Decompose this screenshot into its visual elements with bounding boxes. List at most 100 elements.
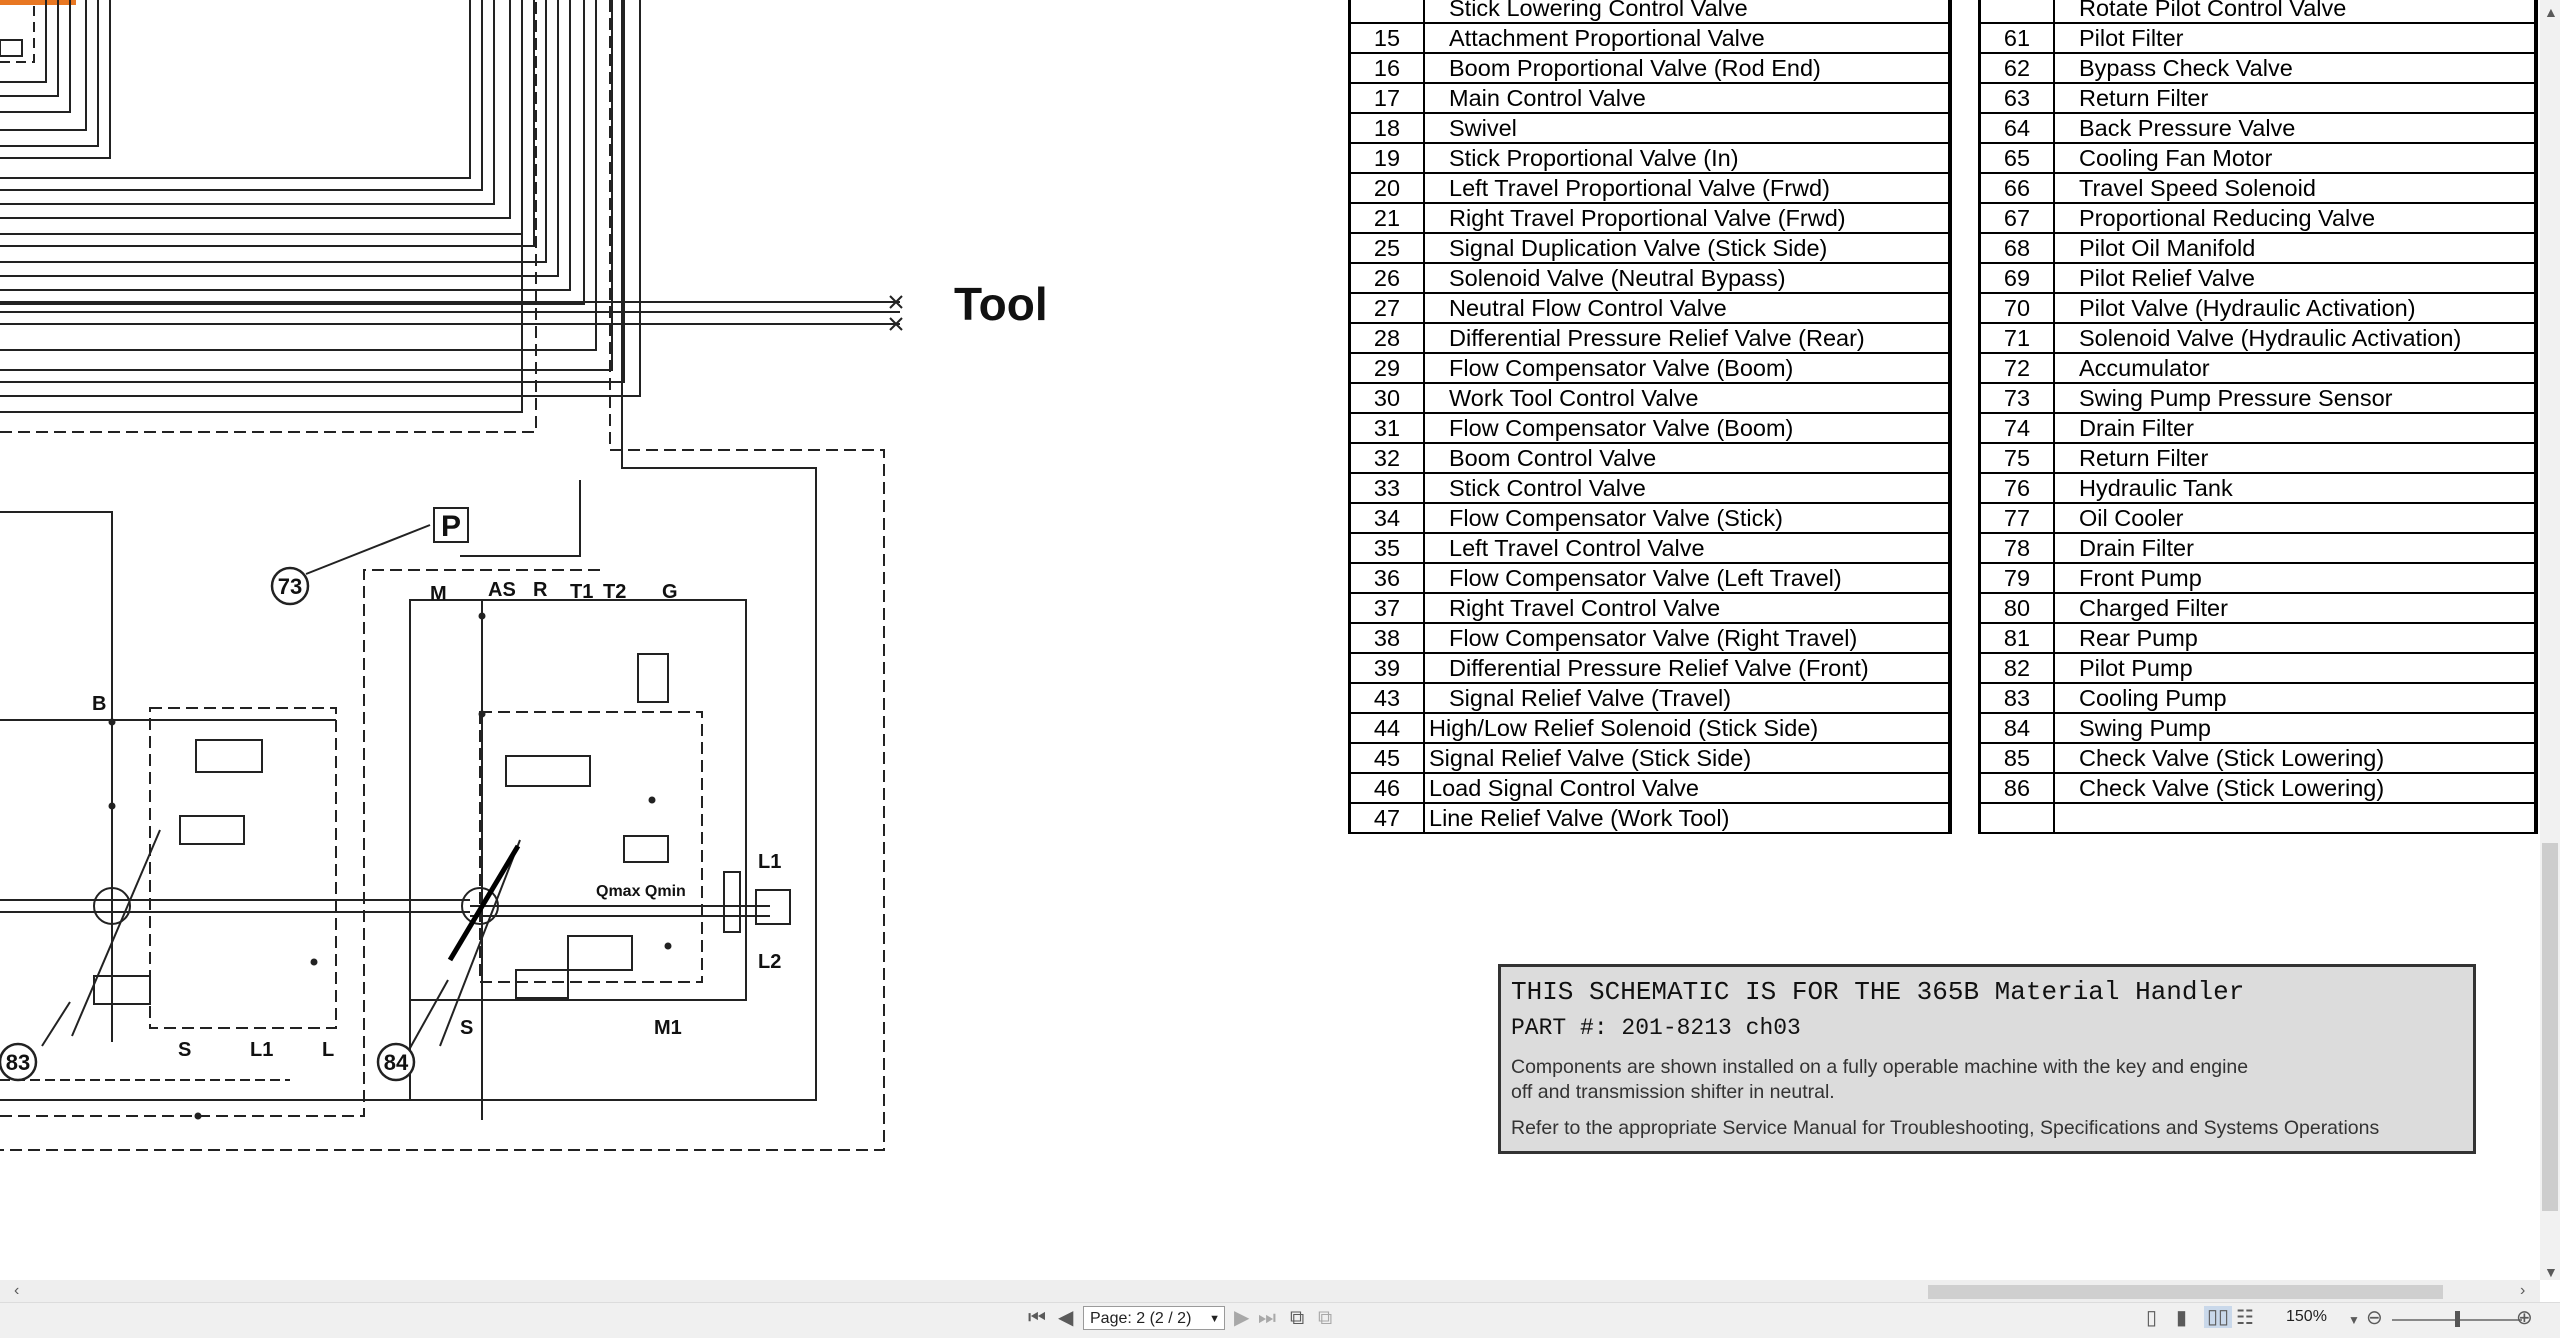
table-row: 29 Flow Compensator Valve (Boom) — [1348, 352, 1952, 384]
scroll-down-icon[interactable]: ▼ — [2544, 1262, 2558, 1282]
part-number: 71 — [1978, 322, 2055, 354]
callout-73-label: 73 — [278, 574, 302, 599]
part-description: Pilot Relief Valve — [2053, 262, 2538, 294]
facing-continuous-view-icon[interactable]: ☷ — [2236, 1308, 2254, 1328]
table-row: 47 Line Relief Valve (Work Tool) — [1348, 802, 1952, 834]
first-page-icon[interactable]: ⏮ — [1028, 1308, 1046, 1328]
zoom-in-icon[interactable]: ⊕ — [2516, 1308, 2533, 1328]
table-row: 62 Bypass Check Valve — [1978, 52, 2538, 84]
part-description: Swing Pump Pressure Sensor — [2053, 382, 2538, 414]
part-number: 31 — [1348, 412, 1425, 444]
paste-page-icon[interactable]: ⧉ — [1318, 1308, 1332, 1328]
part-description: Boom Control Valve — [1423, 442, 1952, 474]
zoom-out-icon[interactable]: ⊖ — [2366, 1308, 2383, 1328]
continuous-view-icon[interactable]: ▮ — [2176, 1308, 2187, 1328]
callout-84-label: 84 — [384, 1050, 409, 1075]
table-row: 70 Pilot Valve (Hydraulic Activation) — [1978, 292, 2538, 324]
part-number: 64 — [1978, 112, 2055, 144]
table-row: 30 Work Tool Control Valve — [1348, 382, 1952, 414]
part-description: Check Valve (Stick Lowering) — [2053, 772, 2538, 804]
table-row: 19 Stick Proportional Valve (In) — [1348, 142, 1952, 174]
part-description: High/Low Relief Solenoid (Stick Side) — [1423, 712, 1952, 744]
table-row: 74 Drain Filter — [1978, 412, 2538, 444]
facing-view-icon[interactable]: ▯▯ — [2204, 1306, 2233, 1328]
part-description: Cooling Pump — [2053, 682, 2538, 714]
table-row: 25 Signal Duplication Valve (Stick Side) — [1348, 232, 1952, 264]
zoom-slider-thumb[interactable] — [2455, 1311, 2460, 1327]
next-page-icon[interactable]: ▶ — [1234, 1308, 1249, 1328]
table-row: 36 Flow Compensator Valve (Left Travel) — [1348, 562, 1952, 594]
table-row: 27 Neutral Flow Control Valve — [1348, 292, 1952, 324]
page-selector[interactable]: Page: 2 (2 / 2) ▼ — [1083, 1306, 1225, 1330]
table-row: 82 Pilot Pump — [1978, 652, 2538, 684]
part-description: Check Valve (Stick Lowering) — [2053, 742, 2538, 774]
table-row: 86 Check Valve (Stick Lowering) — [1978, 772, 2538, 804]
horizontal-scroll-thumb[interactable] — [1928, 1285, 2443, 1299]
scroll-up-icon[interactable]: ▲ — [2544, 2, 2558, 22]
table-row: 76 Hydraulic Tank — [1978, 472, 2538, 504]
table-row: 71 Solenoid Valve (Hydraulic Activation) — [1978, 322, 2538, 354]
table-row: 31 Flow Compensator Valve (Boom) — [1348, 412, 1952, 444]
copy-page-icon[interactable]: ⧉ — [1290, 1308, 1304, 1328]
note-part-number: PART #: 201-8213 ch03 — [1511, 1015, 1801, 1041]
part-number: 84 — [1978, 712, 2055, 744]
pressure-label: P — [441, 510, 461, 543]
table-row: 34 Flow Compensator Valve (Stick) — [1348, 502, 1952, 534]
port-s-right: S — [460, 1017, 473, 1039]
part-number: 20 — [1348, 172, 1425, 204]
part-description: Drain Filter — [2053, 532, 2538, 564]
part-number: 30 — [1348, 382, 1425, 414]
part-number: 66 — [1978, 172, 2055, 204]
zoom-level[interactable]: 150% — [2286, 1308, 2327, 1326]
part-number — [1978, 0, 2055, 24]
part-description: Return Filter — [2053, 442, 2538, 474]
part-number: 68 — [1978, 232, 2055, 264]
part-description: Swivel — [1423, 112, 1952, 144]
vertical-scroll-thumb[interactable] — [2542, 843, 2558, 1211]
last-page-icon[interactable]: ⏭ — [1258, 1308, 1276, 1328]
table-row: Stick Lowering Control Valve — [1348, 0, 1952, 24]
single-page-view-icon[interactable]: ▯ — [2146, 1308, 2157, 1328]
table-row: 78 Drain Filter — [1978, 532, 2538, 564]
table-row: 20 Left Travel Proportional Valve (Frwd) — [1348, 172, 1952, 204]
part-description: Solenoid Valve (Hydraulic Activation) — [2053, 322, 2538, 354]
part-number: 27 — [1348, 292, 1425, 324]
part-description: Stick Lowering Control Valve — [1423, 0, 1952, 24]
part-number: 21 — [1348, 202, 1425, 234]
part-number: 18 — [1348, 112, 1425, 144]
part-description: Proportional Reducing Valve — [2053, 202, 2538, 234]
zoom-dropdown-icon[interactable]: ▼ — [2348, 1310, 2360, 1330]
part-description: Boom Proportional Valve (Rod End) — [1423, 52, 1952, 84]
part-description: Pilot Oil Manifold — [2053, 232, 2538, 264]
part-number: 76 — [1978, 472, 2055, 504]
part-description: Drain Filter — [2053, 412, 2538, 444]
part-description: Hydraulic Tank — [2053, 472, 2538, 504]
part-description: Right Travel Proportional Valve (Frwd) — [1423, 202, 1952, 234]
part-description: Load Signal Control Valve — [1423, 772, 1952, 804]
part-number: 79 — [1978, 562, 2055, 594]
part-number: 61 — [1978, 22, 2055, 54]
port-s-left: S — [178, 1039, 191, 1061]
scroll-left-icon[interactable]: ‹ — [14, 1281, 19, 1301]
table-row: 33 Stick Control Valve — [1348, 472, 1952, 504]
table-row: 37 Right Travel Control Valve — [1348, 592, 1952, 624]
scroll-right-icon[interactable]: › — [2520, 1281, 2525, 1301]
part-description: Flow Compensator Valve (Stick) — [1423, 502, 1952, 534]
part-description: Signal Relief Valve (Stick Side) — [1423, 742, 1952, 774]
table-row: 66 Travel Speed Solenoid — [1978, 172, 2538, 204]
part-description: Right Travel Control Valve — [1423, 592, 1952, 624]
part-number: 35 — [1348, 532, 1425, 564]
parts-table-right: Rotate Pilot Control Valve 61 Pilot Filter… — [1978, 0, 2538, 834]
table-row: 77 Oil Cooler — [1978, 502, 2538, 534]
part-number: 47 — [1348, 802, 1425, 834]
part-number: 37 — [1348, 592, 1425, 624]
part-number: 73 — [1978, 382, 2055, 414]
part-description: Cooling Fan Motor — [2053, 142, 2538, 174]
part-description — [2053, 802, 2538, 834]
part-description: Flow Compensator Valve (Right Travel) — [1423, 622, 1952, 654]
part-number: 38 — [1348, 622, 1425, 654]
previous-page-icon[interactable]: ◀ — [1058, 1308, 1073, 1328]
part-number: 36 — [1348, 562, 1425, 594]
port-l2-right: L2 — [758, 951, 781, 973]
port-r: R — [533, 579, 548, 601]
